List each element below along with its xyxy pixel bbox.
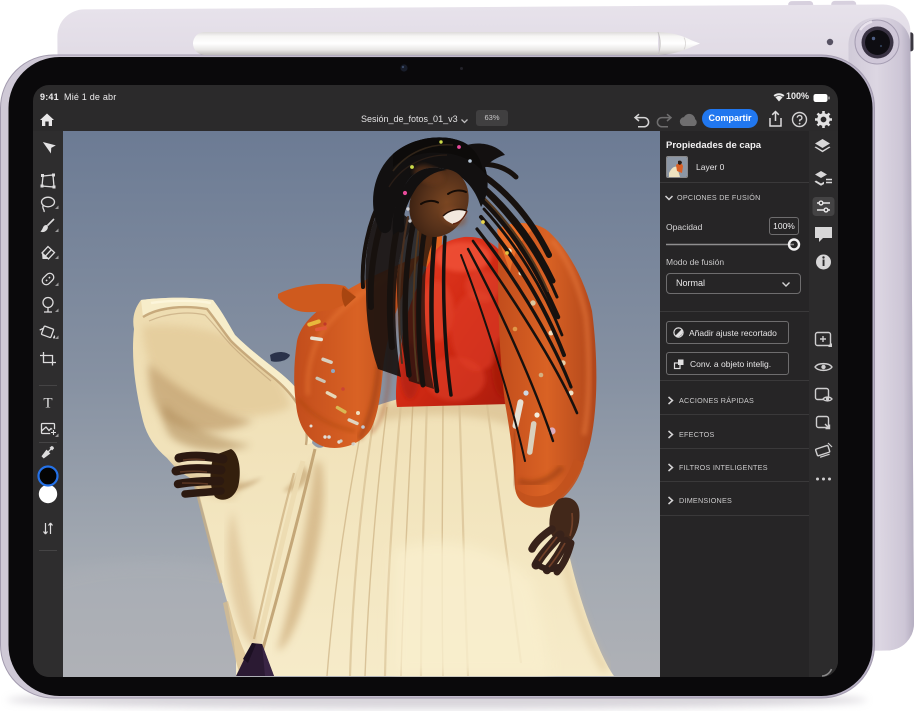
svg-text:T: T xyxy=(43,396,52,412)
